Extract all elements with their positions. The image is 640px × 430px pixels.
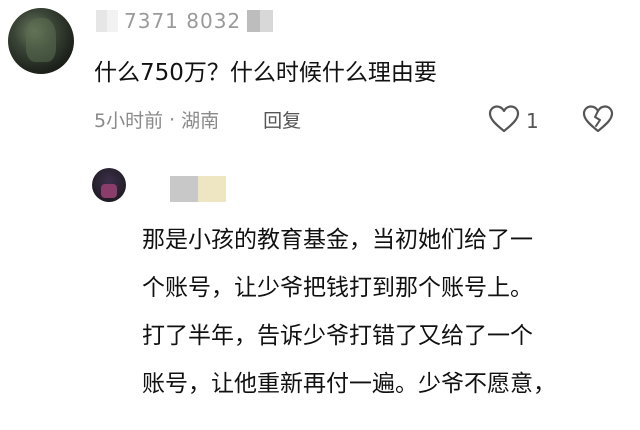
reply-line: 那是小孩的教育基金，当初她们给了一 [142, 227, 533, 253]
name-mosaic-2 [247, 10, 274, 32]
name-mosaic-4 [198, 176, 226, 202]
comment-meta: 5小时前 · 湖南 回复 [94, 106, 301, 133]
replier-name[interactable] [170, 176, 226, 202]
replier-avatar[interactable] [92, 168, 126, 202]
reply-line: 账号，让他重新再付一遍。少爷不愿意， [142, 371, 556, 397]
comment-location: 湖南 [181, 110, 220, 132]
dislike-button[interactable] [582, 104, 614, 138]
comment-thread: 7371 8032 什么750万？什么时候什么理由要 5小时前 · 湖南 回复 … [0, 0, 640, 430]
name-mosaic-3 [170, 176, 198, 202]
comment-time: 5小时前 [94, 110, 164, 132]
name-mosaic-1 [96, 10, 118, 32]
reply-line: 打了半年，告诉少爷打错了又给了一个 [142, 323, 533, 349]
comment-text: 什么750万？什么时候什么理由要 [94, 60, 437, 86]
broken-heart-icon [582, 105, 614, 138]
heart-outline-icon [488, 104, 520, 138]
like-button[interactable]: 1 [488, 104, 539, 138]
commenter-avatar[interactable] [8, 8, 74, 74]
reply-text: 那是小孩的教育基金，当初她们给了一 个账号，让少爷把钱打到那个账号上。 打了半年… [142, 216, 632, 408]
like-count: 1 [526, 109, 539, 133]
commenter-name[interactable]: 7371 8032 [96, 8, 274, 34]
commenter-uid: 7371 8032 [124, 9, 242, 33]
meta-separator: · [169, 108, 176, 131]
reply-line: 个账号，让少爷把钱打到那个账号上。 [142, 275, 533, 301]
reply-button[interactable]: 回复 [263, 106, 301, 133]
